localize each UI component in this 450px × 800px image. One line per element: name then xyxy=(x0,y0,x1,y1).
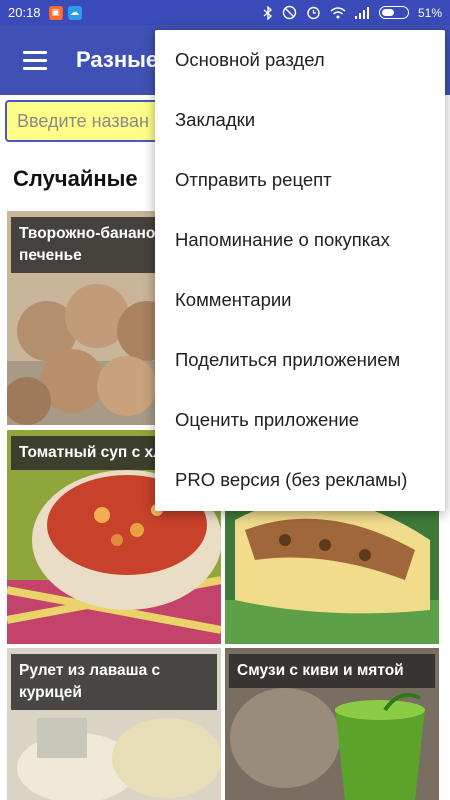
menu-item-shopping-reminder[interactable]: Напоминание о покупках xyxy=(155,210,445,270)
app-notification-icon: ▣ xyxy=(48,5,63,20)
menu-item-bookmarks[interactable]: Закладки xyxy=(155,90,445,150)
signal-icon xyxy=(354,6,370,19)
page-title: Разные xyxy=(76,47,159,72)
battery-percent: 51% xyxy=(417,5,442,20)
battery-icon xyxy=(378,6,409,19)
menu-item-main-section[interactable]: Основной раздел xyxy=(155,30,445,90)
status-bar: 20:18 ▣ ☁ 51% xyxy=(0,0,450,25)
weather-icon: ☁ xyxy=(67,5,82,20)
bluetooth-icon xyxy=(263,5,273,20)
menu-item-pro-version[interactable]: PRO версия (без рекламы) xyxy=(155,450,445,510)
menu-icon[interactable] xyxy=(0,25,70,95)
menu-item-comments[interactable]: Комментарии xyxy=(155,270,445,330)
recipe-card[interactable]: Рулет из лаваша с курицей xyxy=(7,648,221,800)
recipe-title: Рулет из лаваша с курицей xyxy=(11,654,217,710)
menu-item-send-recipe[interactable]: Отправить рецепт xyxy=(155,150,445,210)
do-not-disturb-icon xyxy=(282,5,297,20)
wifi-icon xyxy=(330,6,346,19)
alarm-icon xyxy=(306,5,321,20)
recipe-card[interactable]: Смузи с киви и мятой xyxy=(225,648,439,800)
menu-item-rate-app[interactable]: Оценить приложение xyxy=(155,390,445,450)
recipe-title: Смузи с киви и мятой xyxy=(229,654,435,688)
menu-item-share-app[interactable]: Поделиться приложением xyxy=(155,330,445,390)
status-time: 20:18 xyxy=(8,5,41,20)
section-title: Случайные xyxy=(13,166,138,191)
overflow-menu: Основной раздел Закладки Отправить рецеп… xyxy=(155,30,445,511)
